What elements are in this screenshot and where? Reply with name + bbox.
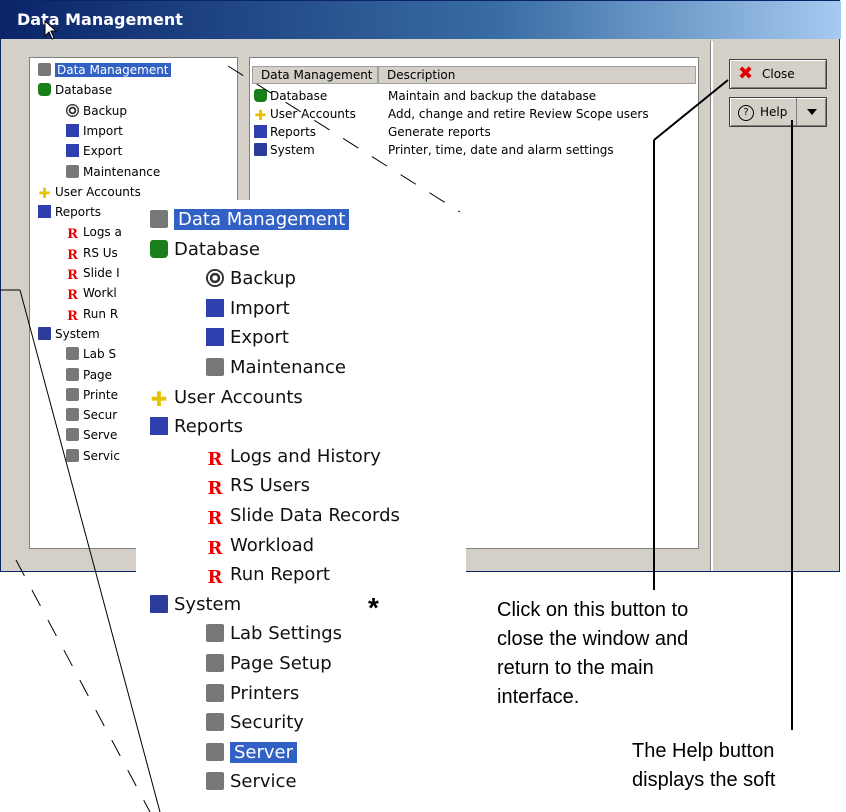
- callout-lines: [0, 65, 793, 812]
